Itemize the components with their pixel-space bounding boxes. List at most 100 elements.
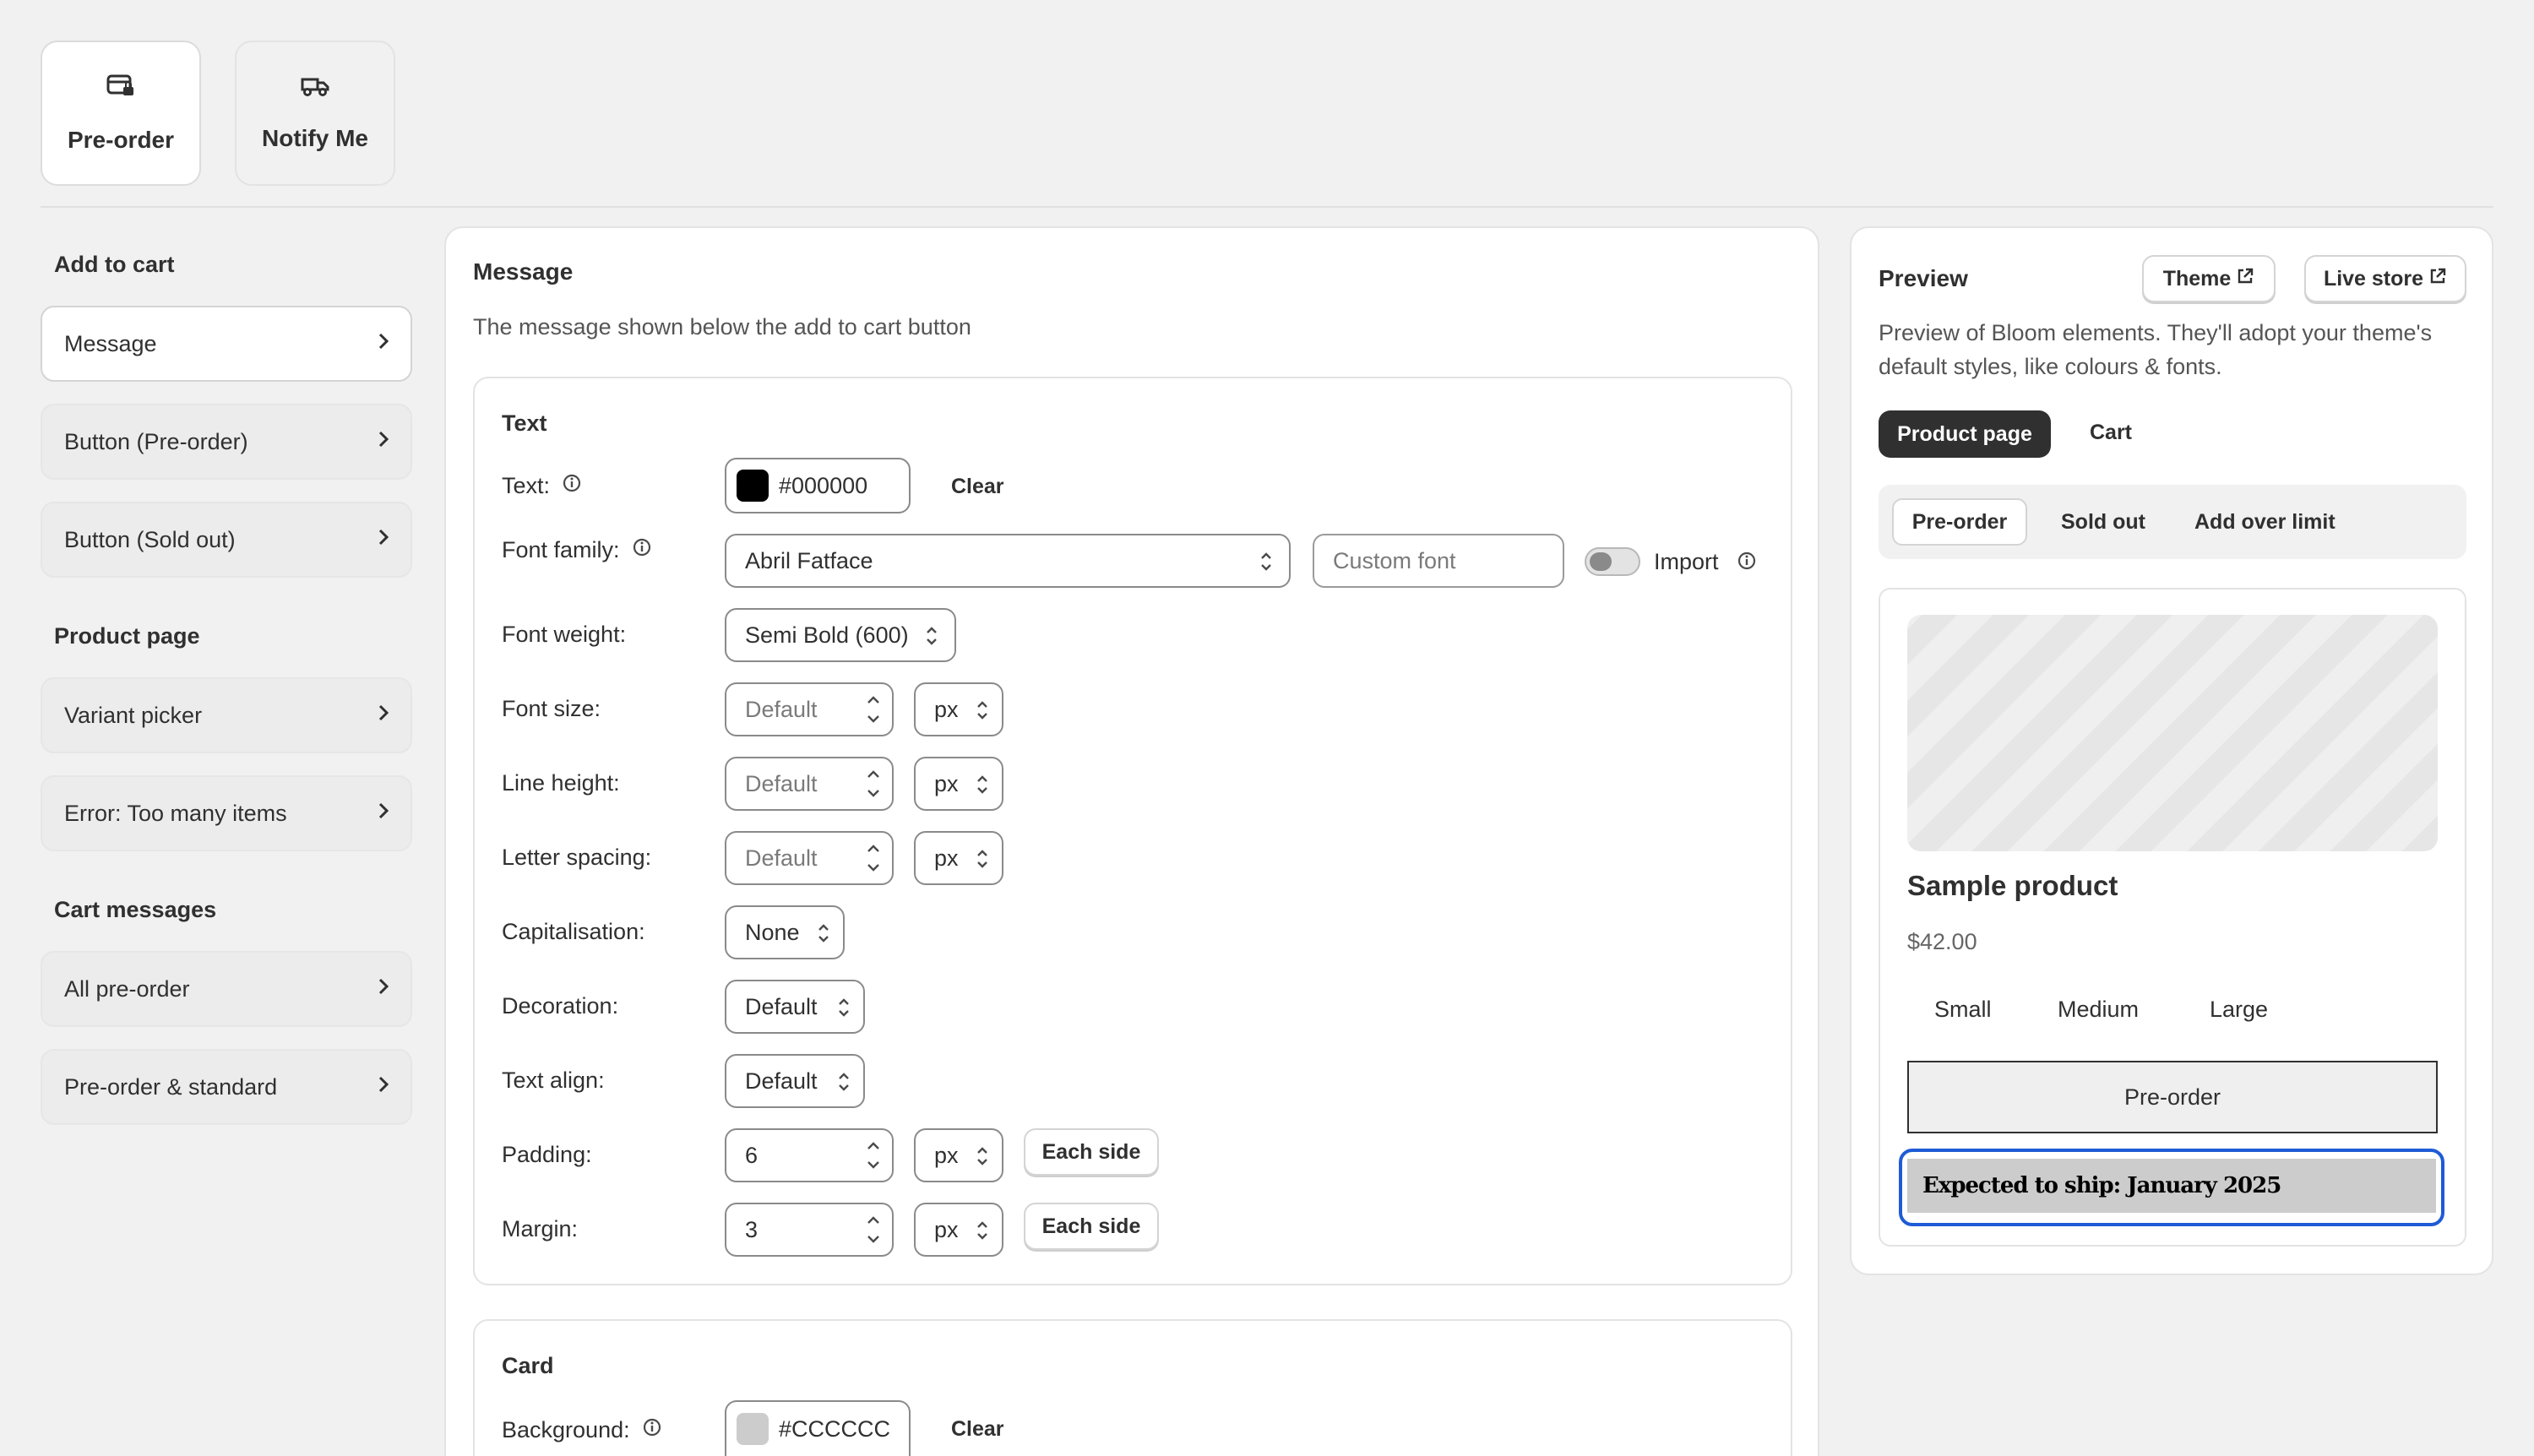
select-chevron-icon	[975, 1218, 990, 1249]
background-label: Background:	[502, 1417, 662, 1443]
font-weight-value: Semi Bold (600)	[745, 622, 909, 648]
background-clear-button[interactable]: Clear	[951, 1417, 1004, 1442]
preview-tab-product-page[interactable]: Product page	[1879, 410, 2051, 458]
external-link-icon	[2236, 267, 2254, 291]
chevron-right-icon	[377, 331, 390, 357]
select-chevron-icon	[975, 846, 990, 877]
nav-item-button-pre-order[interactable]: Button (Pre-order)	[41, 404, 412, 480]
line-height-label: Line height:	[502, 770, 620, 796]
state-tab-sold-out[interactable]: Sold out	[2061, 510, 2145, 535]
card-section	[473, 1319, 1792, 1456]
theme-button[interactable]: Theme	[2142, 255, 2276, 302]
variant-large[interactable]: Large	[2210, 997, 2268, 1023]
nav-item-error-too-many[interactable]: Error: Too many items	[41, 775, 412, 851]
padding-each-side-button[interactable]: Each side	[1024, 1128, 1159, 1176]
nav-item-all-pre-order[interactable]: All pre-order	[41, 951, 412, 1027]
padding-unit-select[interactable]: px	[914, 1128, 1003, 1182]
nav-item-label: All pre-order	[64, 975, 190, 1002]
letter-spacing-unit-select[interactable]: px	[914, 831, 1003, 885]
text-label: Text:	[502, 473, 551, 498]
tab-notify-me[interactable]: Notify Me	[235, 41, 395, 186]
nav-item-button-sold-out[interactable]: Button (Sold out)	[41, 502, 412, 578]
text-align-label: Text align:	[502, 1068, 605, 1093]
padding-value: 6	[745, 1142, 759, 1168]
variant-small[interactable]: Small	[1934, 997, 1992, 1023]
stepper-icon[interactable]	[865, 1135, 882, 1176]
padding-input[interactable]: 6	[725, 1128, 894, 1182]
font-size-unit-select[interactable]: px	[914, 682, 1003, 736]
preview-tab-cart[interactable]: Cart	[2090, 421, 2132, 445]
stepper-icon[interactable]	[865, 1209, 882, 1250]
nav-section-cart-messages: Cart messages	[54, 897, 217, 922]
nav-section-product-page: Product page	[54, 623, 200, 649]
chevron-right-icon	[377, 703, 390, 729]
chevron-right-icon	[377, 801, 390, 827]
tab-pre-order[interactable]: Pre-order	[41, 41, 201, 186]
truck-icon	[300, 75, 330, 103]
background-color-value: #CCCCCC	[779, 1415, 891, 1442]
text-color-clear-button[interactable]: Clear	[951, 475, 1004, 499]
preorder-message: Expected to ship: January 2025	[1907, 1159, 2436, 1213]
decoration-select[interactable]: Default	[725, 980, 865, 1034]
chevron-right-icon	[377, 527, 390, 553]
preview-pre-order-button[interactable]: Pre-order	[1907, 1061, 2438, 1133]
preview-title: Preview	[1879, 265, 1968, 291]
stepper-icon[interactable]	[865, 689, 882, 730]
chevron-right-icon	[377, 1074, 390, 1100]
padding-label: Padding:	[502, 1142, 592, 1167]
font-size-input[interactable]: Default	[725, 682, 894, 736]
nav-item-message[interactable]: Message	[41, 306, 412, 382]
select-chevron-icon	[836, 995, 851, 1026]
nav-item-label: Error: Too many items	[64, 800, 287, 826]
live-store-button[interactable]: Live store	[2304, 255, 2466, 302]
info-icon	[562, 473, 582, 499]
text-color-input[interactable]: #000000	[725, 458, 911, 513]
font-size-label: Font size:	[502, 696, 601, 721]
nav-item-variant-picker[interactable]: Variant picker	[41, 677, 412, 753]
message-highlight: Expected to ship: January 2025	[1899, 1149, 2444, 1226]
text-align-select[interactable]: Default	[725, 1054, 865, 1108]
unit-value: px	[934, 696, 959, 722]
background-color-input[interactable]: #CCCCCC	[725, 1400, 911, 1456]
tab-pre-order-label: Pre-order	[67, 126, 175, 153]
theme-button-label: Theme	[2162, 266, 2232, 291]
letter-spacing-input[interactable]: Default	[725, 831, 894, 885]
header-divider	[41, 206, 2493, 208]
select-chevron-icon	[924, 623, 939, 655]
font-weight-label: Font weight:	[502, 622, 627, 647]
stepper-icon[interactable]	[865, 763, 882, 804]
margin-label: Margin:	[502, 1216, 579, 1241]
import-toggle[interactable]	[1585, 547, 1640, 576]
state-tab-pre-order[interactable]: Pre-order	[1892, 498, 2027, 546]
stepper-icon[interactable]	[865, 838, 882, 878]
font-family-value: Abril Fatface	[745, 547, 873, 573]
preview-description: Preview of Bloom elements. They'll adopt…	[1879, 320, 2433, 379]
capitalisation-select[interactable]: None	[725, 905, 845, 959]
margin-each-side-button[interactable]: Each side	[1024, 1203, 1159, 1250]
nav-item-label: Button (Pre-order)	[64, 428, 248, 454]
info-icon	[1737, 551, 1757, 577]
line-height-input[interactable]: Default	[725, 757, 894, 811]
select-chevron-icon	[975, 698, 990, 729]
line-height-placeholder: Default	[745, 770, 818, 796]
decoration-label: Decoration:	[502, 993, 619, 1019]
external-link-icon	[2428, 267, 2447, 291]
live-store-button-label: Live store	[2323, 266, 2424, 291]
variant-medium[interactable]: Medium	[2058, 997, 2139, 1023]
font-weight-select[interactable]: Semi Bold (600)	[725, 608, 956, 662]
font-size-placeholder: Default	[745, 696, 818, 722]
line-height-unit-select[interactable]: px	[914, 757, 1003, 811]
margin-unit-select[interactable]: px	[914, 1203, 1003, 1257]
nav-item-label: Message	[64, 330, 157, 356]
custom-font-input[interactable]: Custom font	[1313, 534, 1564, 588]
product-price: $42.00	[1907, 929, 1977, 954]
font-family-label-text: Font family:	[502, 537, 620, 562]
state-tab-add-over-limit[interactable]: Add over limit	[2194, 510, 2336, 535]
nav-item-pre-order-standard[interactable]: Pre-order & standard	[41, 1049, 412, 1125]
font-family-select[interactable]: Abril Fatface	[725, 534, 1291, 588]
select-chevron-icon	[975, 1144, 990, 1175]
toggle-knob	[1590, 552, 1612, 571]
select-chevron-icon	[836, 1069, 851, 1100]
margin-input[interactable]: 3	[725, 1203, 894, 1257]
letter-spacing-placeholder: Default	[745, 845, 818, 871]
